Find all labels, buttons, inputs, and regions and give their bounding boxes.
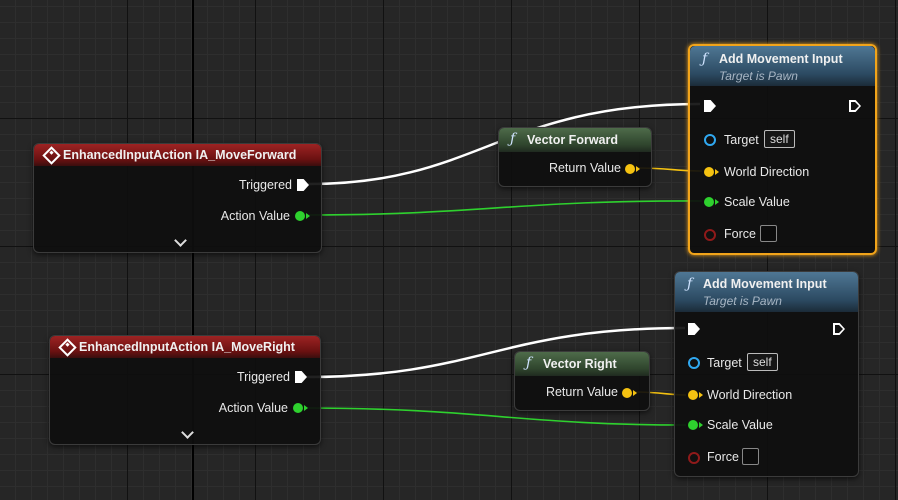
action-value-pin[interactable] xyxy=(295,211,305,221)
event-node-header: EnhancedInputAction IA_MoveForward xyxy=(34,144,321,166)
vector-forward-node[interactable]: ƒ Vector Forward Return Value xyxy=(498,127,652,187)
target-pin[interactable] xyxy=(704,134,716,146)
force-pin[interactable] xyxy=(704,229,716,241)
scale-value-pin-label: Scale Value xyxy=(707,418,773,432)
function-node-title: Add Movement Input xyxy=(719,52,843,66)
scale-value-pin[interactable] xyxy=(704,197,714,207)
pin-arrow-icon xyxy=(633,390,637,396)
pin-arrow-icon xyxy=(715,169,719,175)
pure-node-title: Vector Right xyxy=(543,357,617,371)
exec-pin-icon[interactable] xyxy=(297,179,309,191)
return-value-pin-label: Return Value xyxy=(548,161,621,175)
pin-arrow-icon xyxy=(715,199,719,205)
add-movement-input-node-forward[interactable]: ƒ Add Movement Input Target is Pawn Targ… xyxy=(688,44,877,255)
event-node-title: EnhancedInputAction IA_MoveRight xyxy=(79,340,295,354)
return-value-pin[interactable] xyxy=(625,164,635,174)
world-direction-pin[interactable] xyxy=(704,167,714,177)
pure-node-title: Vector Forward xyxy=(527,133,618,147)
action-value-pin[interactable] xyxy=(293,403,303,413)
force-pin-label: Force xyxy=(707,450,739,464)
vector-right-node[interactable]: ƒ Vector Right Return Value xyxy=(514,351,650,411)
exec-in-pin[interactable] xyxy=(688,323,700,335)
pin-arrow-icon xyxy=(304,405,308,411)
world-direction-pin-label: World Direction xyxy=(724,165,810,179)
pure-node-header: ƒ Vector Right xyxy=(515,352,649,376)
function-f-icon: ƒ xyxy=(702,51,708,67)
scale-value-pin-label: Scale Value xyxy=(724,195,790,209)
triggered-pin-label: Triggered xyxy=(238,178,292,192)
chevron-down-icon[interactable] xyxy=(174,234,187,247)
chevron-down-icon[interactable] xyxy=(181,426,194,439)
world-direction-pin-label: World Direction xyxy=(707,388,793,402)
action-value-pin-label: Action Value xyxy=(218,401,288,415)
scale-value-pin[interactable] xyxy=(688,420,698,430)
pin-arrow-icon xyxy=(636,166,640,172)
function-f-icon: ƒ xyxy=(526,355,532,371)
force-pin-label: Force xyxy=(724,227,756,241)
pin-arrow-icon xyxy=(306,213,310,219)
target-default-field[interactable]: self xyxy=(747,353,778,371)
function-node-subtitle: Target is Pawn xyxy=(703,294,782,308)
exec-in-pin[interactable] xyxy=(704,100,716,112)
pure-node-header: ƒ Vector Forward xyxy=(499,128,651,152)
action-value-pin-label: Action Value xyxy=(220,209,290,223)
event-node-move-right[interactable]: EnhancedInputAction IA_MoveRight Trigger… xyxy=(49,335,321,445)
pin-arrow-icon xyxy=(699,422,703,428)
function-f-icon: ƒ xyxy=(687,276,693,292)
exec-pin-icon[interactable] xyxy=(295,371,307,383)
function-node-header: ƒ Add Movement Input Target is Pawn xyxy=(675,272,858,312)
function-node-subtitle: Target is Pawn xyxy=(719,69,798,83)
event-node-title: EnhancedInputAction IA_MoveForward xyxy=(63,148,297,162)
function-node-header: ƒ Add Movement Input Target is Pawn xyxy=(690,46,875,86)
event-node-header: EnhancedInputAction IA_MoveRight xyxy=(50,336,320,358)
add-movement-input-node-right[interactable]: ƒ Add Movement Input Target is Pawn Targ… xyxy=(674,271,859,477)
target-pin-label: Target xyxy=(707,356,742,370)
event-node-move-forward[interactable]: EnhancedInputAction IA_MoveForward Trigg… xyxy=(33,143,322,253)
function-f-icon: ƒ xyxy=(510,131,516,147)
return-value-pin-label: Return Value xyxy=(545,385,618,399)
force-checkbox[interactable] xyxy=(760,225,777,242)
force-pin[interactable] xyxy=(688,452,700,464)
event-diamond-icon xyxy=(58,338,77,357)
return-value-pin[interactable] xyxy=(622,388,632,398)
pin-arrow-icon xyxy=(699,392,703,398)
float-wire-forward xyxy=(305,200,703,216)
target-pin-label: Target xyxy=(724,133,759,147)
event-diamond-icon xyxy=(42,146,61,165)
target-default-field[interactable]: self xyxy=(764,130,795,148)
target-pin[interactable] xyxy=(688,357,700,369)
exec-out-pin[interactable] xyxy=(849,100,861,112)
function-node-title: Add Movement Input xyxy=(703,277,827,291)
world-direction-pin[interactable] xyxy=(688,390,698,400)
exec-out-pin[interactable] xyxy=(833,323,845,335)
triggered-pin-label: Triggered xyxy=(236,370,290,384)
force-checkbox[interactable] xyxy=(742,448,759,465)
